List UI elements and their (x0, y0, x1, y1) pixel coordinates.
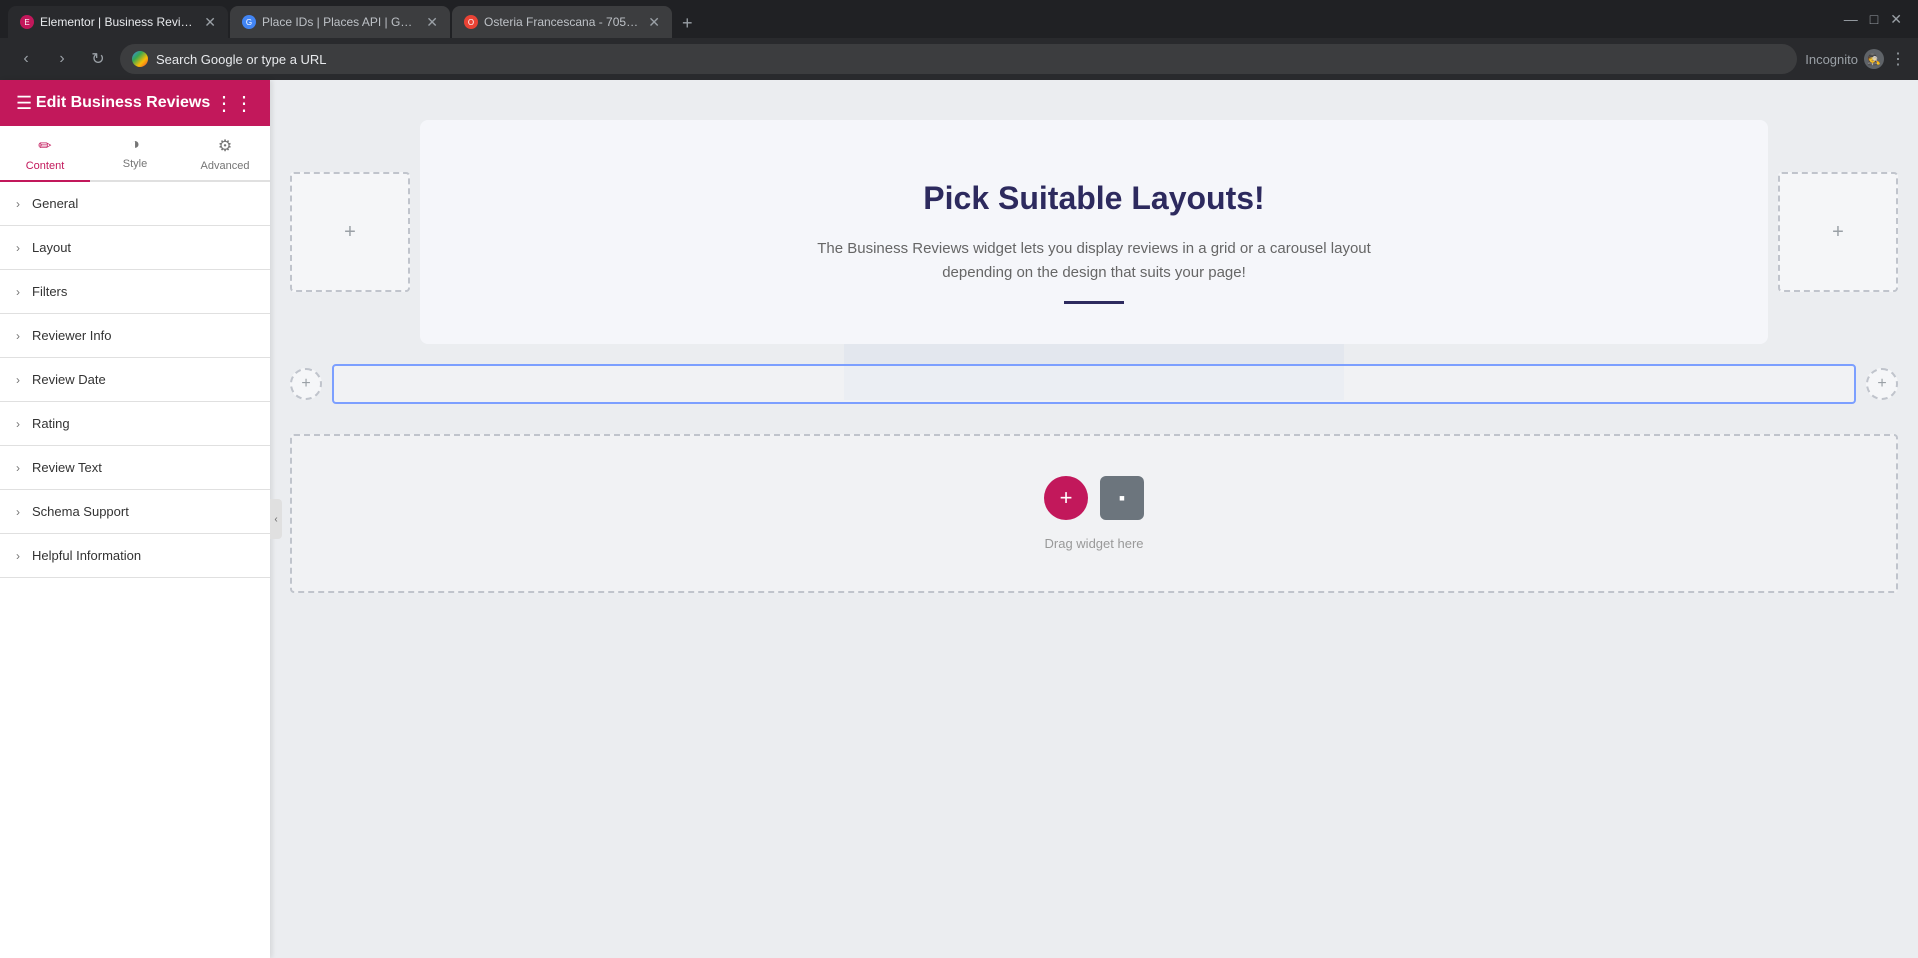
accordion-layout-label: Layout (32, 240, 71, 255)
refresh-button[interactable]: ↻ (84, 45, 112, 73)
main-layout: ☰ Edit Business Reviews ⋮⋮ ✏ Content ◑ S… (0, 80, 1918, 958)
tab-favicon-placeids: G (242, 15, 256, 29)
accordion-layout[interactable]: › Layout (0, 226, 270, 270)
accordion-reviewer-info[interactable]: › Reviewer Info (0, 314, 270, 358)
arrow-reviewer-info: › (16, 329, 20, 343)
accordion-schema-support[interactable]: › Schema Support (0, 490, 270, 534)
advanced-tab-label: Advanced (201, 160, 250, 172)
tab-title-osteria: Osteria Francescana - 705 Photo... (484, 15, 638, 29)
tab-favicon-elementor: E (20, 15, 34, 29)
tab-style[interactable]: ◑ Style (90, 126, 180, 180)
accordion-review-date[interactable]: › Review Date (0, 358, 270, 402)
tab-elementor[interactable]: E Elementor | Business Reviews ✕ (8, 6, 228, 38)
accordion-general[interactable]: › General (0, 182, 270, 226)
add-row-right-button[interactable]: + (1866, 368, 1898, 400)
incognito-label: Incognito (1805, 52, 1858, 67)
tab-close-2[interactable]: ✕ (426, 14, 438, 31)
close-window-button[interactable]: ✕ (1890, 11, 1902, 28)
arrow-helpful-information: › (16, 549, 20, 563)
style-tab-icon: ◑ (130, 136, 140, 154)
content-title: Pick Suitable Layouts! (923, 180, 1264, 217)
top-section: + Pick Suitable Layouts! The Business Re… (290, 120, 1898, 344)
tab-placeids[interactable]: G Place IDs | Places API | Google... ✕ (230, 6, 450, 38)
sidebar-header: ☰ Edit Business Reviews ⋮⋮ (0, 80, 270, 126)
incognito-icon: 🕵 (1864, 49, 1884, 69)
tab-advanced[interactable]: ⚙ Advanced (180, 126, 270, 180)
drop-zone-buttons: + ▪ (1044, 476, 1144, 520)
collapse-handle[interactable]: ‹ (270, 499, 282, 539)
arrow-layout: › (16, 241, 20, 255)
google-favicon (132, 51, 148, 67)
accordion-helpful-information[interactable]: › Helpful Information (0, 534, 270, 578)
drop-text: Drag widget here (1045, 536, 1144, 551)
hamburger-icon[interactable]: ☰ (16, 93, 32, 114)
middle-row: + + (290, 364, 1898, 404)
forward-button[interactable]: › (48, 45, 76, 73)
new-tab-button[interactable]: + (678, 9, 697, 38)
sidebar-tabs: ✏ Content ◑ Style ⚙ Advanced (0, 126, 270, 182)
canvas-area: + Pick Suitable Layouts! The Business Re… (270, 80, 1918, 958)
maximize-button[interactable]: □ (1870, 11, 1878, 27)
content-tab-label: Content (26, 160, 65, 172)
content-area: Pick Suitable Layouts! The Business Revi… (420, 120, 1768, 344)
accordion-review-text[interactable]: › Review Text (0, 446, 270, 490)
minimize-button[interactable]: — (1844, 11, 1858, 27)
add-column-left-button[interactable]: + (290, 172, 410, 292)
arrow-rating: › (16, 417, 20, 431)
add-column-right-button[interactable]: + (1778, 172, 1898, 292)
widget-placeholder[interactable] (332, 364, 1856, 404)
accordion-rating-label: Rating (32, 416, 70, 431)
sidebar-title: Edit Business Reviews (36, 94, 210, 112)
address-bar[interactable]: Search Google or type a URL (120, 44, 1797, 74)
accordion-list: › General › Layout › Filters › Rev (0, 182, 270, 958)
accordion-filters[interactable]: › Filters (0, 270, 270, 314)
address-text: Search Google or type a URL (156, 52, 1785, 67)
accordion-schema-support-label: Schema Support (32, 504, 129, 519)
advanced-tab-icon: ⚙ (218, 136, 232, 156)
arrow-schema-support: › (16, 505, 20, 519)
template-button[interactable]: ▪ (1100, 476, 1144, 520)
arrow-review-date: › (16, 373, 20, 387)
tab-title-placeids: Place IDs | Places API | Google... (262, 15, 416, 29)
incognito-area: Incognito 🕵 ⋮ (1805, 49, 1906, 69)
address-bar-row: ‹ › ↻ Search Google or type a URL Incogn… (0, 38, 1918, 80)
content-desc: The Business Reviews widget lets you dis… (794, 237, 1394, 285)
content-card: Pick Suitable Layouts! The Business Revi… (420, 120, 1768, 344)
add-row-left-button[interactable]: + (290, 368, 322, 400)
more-options-button[interactable]: ⋮ (1890, 49, 1906, 69)
browser-window-controls: — □ ✕ (1844, 11, 1902, 28)
accordion-general-label: General (32, 196, 78, 211)
accordion-reviewer-info-label: Reviewer Info (32, 328, 111, 343)
drop-zone: + ▪ Drag widget here (290, 434, 1898, 593)
style-tab-label: Style (123, 158, 147, 170)
add-widget-button[interactable]: + (1044, 476, 1088, 520)
canvas-content: + Pick Suitable Layouts! The Business Re… (290, 120, 1898, 593)
arrow-filters: › (16, 285, 20, 299)
accordion-filters-label: Filters (32, 284, 67, 299)
accordion-review-date-label: Review Date (32, 372, 106, 387)
accordion-rating[interactable]: › Rating (0, 402, 270, 446)
sidebar-grid-icon[interactable]: ⋮⋮ (214, 91, 254, 116)
arrow-review-text: › (16, 461, 20, 475)
content-divider (1064, 301, 1124, 304)
accordion-review-text-label: Review Text (32, 460, 102, 475)
browser-tabs: E Elementor | Business Reviews ✕ G Place… (8, 0, 1836, 38)
content-tab-icon: ✏ (38, 136, 51, 156)
tab-title-elementor: Elementor | Business Reviews (40, 15, 194, 29)
browser-chrome: E Elementor | Business Reviews ✕ G Place… (0, 0, 1918, 38)
sidebar: ☰ Edit Business Reviews ⋮⋮ ✏ Content ◑ S… (0, 80, 270, 958)
tab-osteria[interactable]: O Osteria Francescana - 705 Photo... ✕ (452, 6, 672, 38)
back-button[interactable]: ‹ (12, 45, 40, 73)
tab-close-1[interactable]: ✕ (204, 14, 216, 31)
arrow-general: › (16, 197, 20, 211)
tab-close-3[interactable]: ✕ (648, 14, 660, 31)
tab-content[interactable]: ✏ Content (0, 126, 90, 182)
accordion-helpful-information-label: Helpful Information (32, 548, 141, 563)
tab-favicon-osteria: O (464, 15, 478, 29)
